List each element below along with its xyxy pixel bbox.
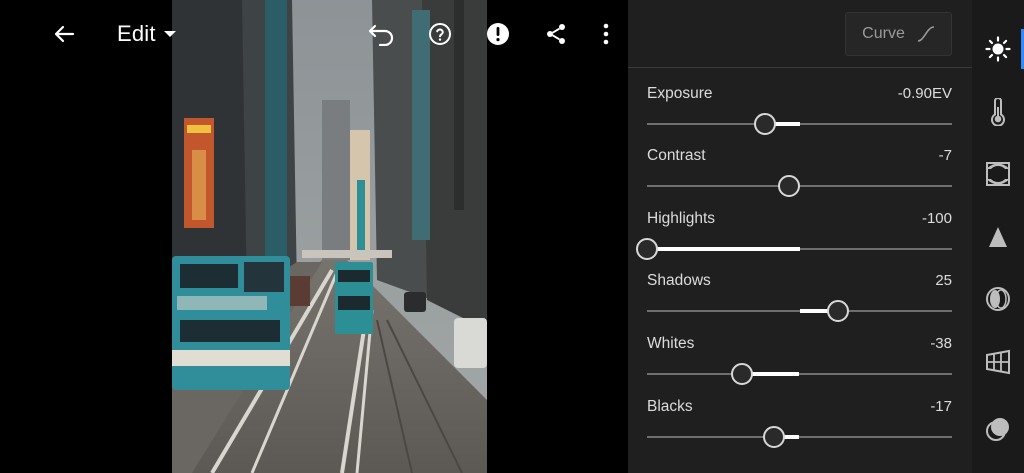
curve-icon — [917, 26, 935, 42]
slider-shadows: Shadows 25 — [647, 272, 952, 322]
slider-label: Shadows — [647, 272, 711, 289]
rail-item-effects[interactable] — [972, 149, 1024, 199]
rail-item-color[interactable] — [972, 87, 1024, 137]
more-options-button[interactable] — [586, 14, 626, 54]
rail-item-detail[interactable] — [972, 212, 1024, 262]
effects-vignette-icon — [986, 162, 1010, 186]
curve-label: Curve — [862, 25, 905, 42]
more-vertical-icon — [603, 23, 609, 45]
slider-thumb[interactable] — [826, 300, 849, 322]
optics-icon — [986, 287, 1010, 311]
help-icon — [429, 23, 451, 45]
slider-value[interactable]: -0.90EV — [898, 85, 952, 102]
slider-label: Contrast — [647, 147, 706, 164]
alert-icon — [487, 23, 509, 45]
slider-contrast: Contrast -7 — [647, 147, 952, 197]
slider-value[interactable]: 25 — [935, 272, 952, 289]
slider-track[interactable] — [647, 175, 952, 197]
slider-label: Exposure — [647, 85, 713, 102]
rail-item-optics[interactable] — [972, 274, 1024, 324]
edit-mode-label: Edit — [117, 21, 156, 46]
help-button[interactable] — [420, 14, 460, 54]
slider-exposure: Exposure -0.90EV — [647, 85, 952, 135]
slider-value[interactable]: -38 — [930, 335, 952, 352]
share-icon — [547, 24, 565, 44]
slider-whites: Whites -38 — [647, 335, 952, 385]
color-temperature-icon — [991, 98, 1005, 126]
presets-icon — [986, 418, 1009, 441]
slider-value[interactable]: -17 — [930, 398, 952, 415]
caret-down-icon — [163, 31, 176, 37]
slider-highlights: Highlights -100 — [636, 210, 952, 260]
back-button[interactable] — [44, 14, 84, 54]
slider-label: Highlights — [647, 210, 716, 227]
slider-value[interactable]: -7 — [939, 147, 952, 164]
slider-blacks: Blacks -17 — [647, 398, 952, 448]
photo-preview[interactable] — [172, 0, 487, 473]
slider-track[interactable] — [636, 238, 952, 260]
slider-track[interactable] — [647, 300, 952, 322]
slider-label: Whites — [647, 335, 695, 352]
slider-track[interactable] — [647, 363, 952, 385]
geometry-icon — [986, 349, 1010, 375]
panel-header: Curve — [628, 0, 972, 68]
slider-thumb[interactable] — [730, 363, 753, 385]
light-adjustments-panel: Curve Exposure -0.90EV Contrast -7 Highlight… — [628, 0, 972, 473]
top-toolbar: Edit — [0, 0, 628, 68]
slider-label: Blacks — [647, 398, 693, 415]
slider-fill — [647, 247, 800, 251]
undo-icon — [368, 24, 394, 46]
arrow-left-icon — [54, 25, 75, 43]
slider-thumb[interactable] — [762, 426, 785, 448]
curve-button[interactable]: Curve — [845, 12, 952, 56]
edit-mode-dropdown[interactable]: Edit — [117, 18, 176, 50]
photo-viewer: Edit — [0, 0, 628, 473]
tool-rail — [972, 0, 1024, 473]
street-photo-image — [172, 0, 487, 473]
rail-item-presets[interactable] — [972, 404, 1024, 454]
detail-icon — [989, 227, 1007, 247]
slider-track[interactable] — [647, 113, 952, 135]
slider-thumb[interactable] — [777, 175, 800, 197]
share-button[interactable] — [536, 14, 576, 54]
alert-button[interactable] — [478, 14, 518, 54]
slider-value[interactable]: -100 — [922, 210, 952, 227]
slider-thumb[interactable] — [754, 113, 777, 135]
slider-track[interactable] — [647, 426, 952, 448]
light-icon — [985, 36, 1011, 62]
rail-item-light[interactable] — [972, 24, 1024, 74]
slider-thumb[interactable] — [636, 238, 658, 260]
rail-item-geometry[interactable] — [972, 337, 1024, 387]
undo-button[interactable] — [362, 14, 402, 54]
